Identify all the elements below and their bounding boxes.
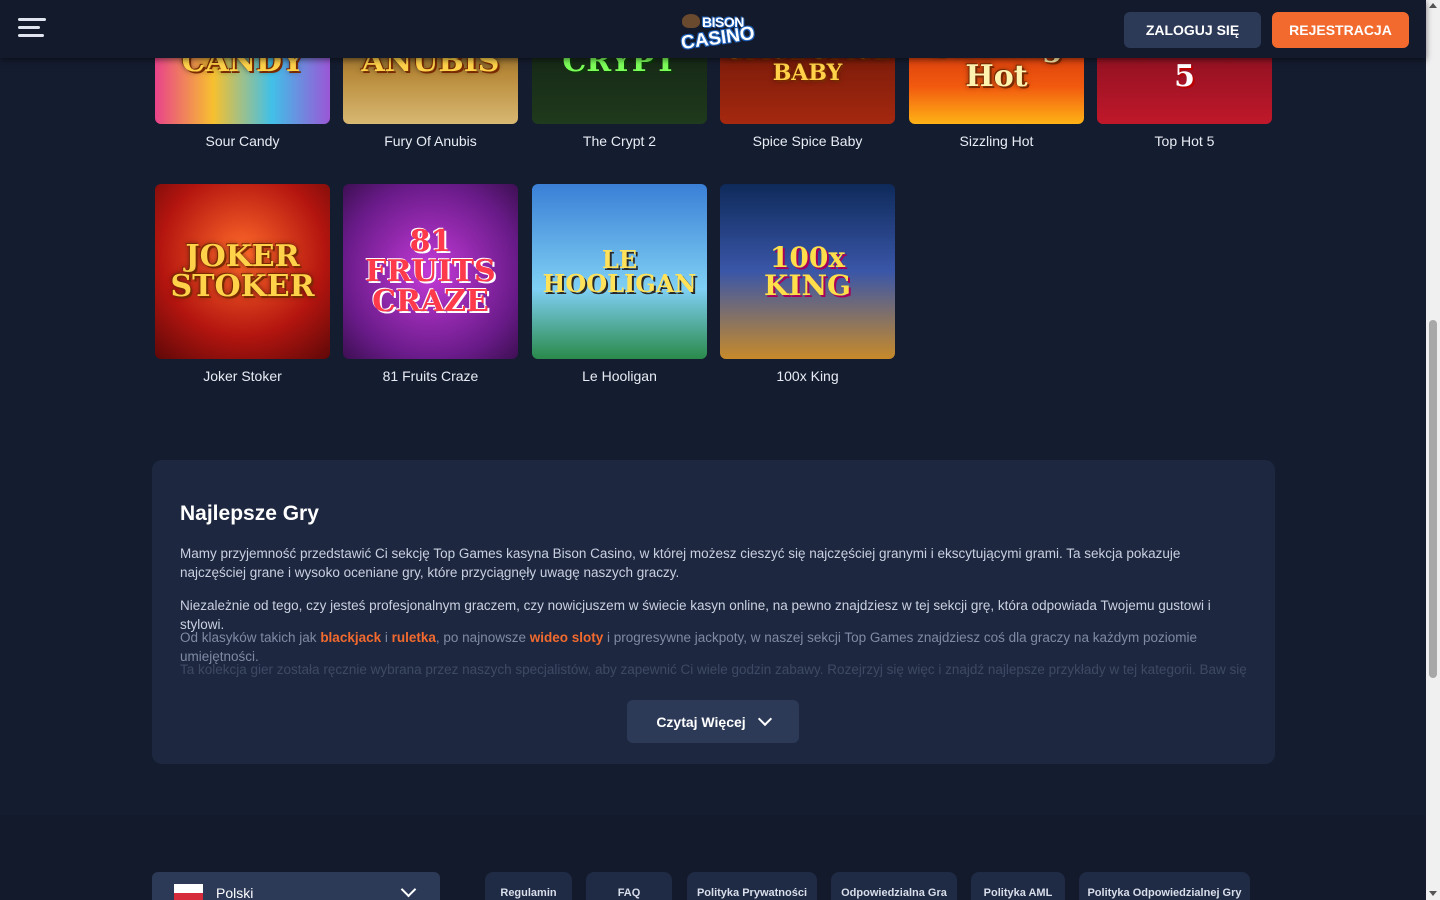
language-select[interactable]: Polski [152, 872, 440, 900]
game-thumbnail[interactable]: 81 FRUITS CRAZE [343, 184, 518, 359]
blackjack-link[interactable]: blackjack [320, 630, 381, 645]
game-thumbnail[interactable]: 100x KING [720, 184, 895, 359]
game-thumbnail[interactable]: Sizzling Hot [909, 58, 1084, 124]
footer: Polski Regulamin FAQ Polityka Prywatnośc… [0, 815, 1426, 900]
bison-casino-logo[interactable]: BISON CASINO [678, 12, 756, 54]
poland-flag-icon [174, 884, 203, 900]
game-name[interactable]: 81 Fruits Craze [343, 368, 518, 384]
language-label: Polski [216, 885, 254, 900]
top-games-description: Najlepsze Gry Mamy przyjemność przedstaw… [152, 460, 1275, 764]
game-art-title: CRYPT [562, 58, 677, 79]
section-title: Najlepsze Gry [180, 502, 319, 525]
game-name[interactable]: Le Hooligan [532, 368, 707, 384]
page-scrollbar[interactable] [1426, 0, 1440, 900]
game-art-title: TOP HOT 5 [1105, 58, 1263, 94]
game-name[interactable]: Spice Spice Baby [720, 133, 895, 149]
scrollbar-thumb[interactable] [1429, 320, 1437, 678]
footer-link-aml[interactable]: Polityka AML [971, 872, 1065, 900]
top-header: BISON CASINO ZALOGUJ SIĘ REJESTRACJA [0, 0, 1426, 58]
read-more-button[interactable]: Czytaj Więcej [627, 700, 799, 743]
game-art-title: CANDY [181, 58, 304, 79]
scroll-up-icon[interactable] [1429, 3, 1437, 8]
game-thumbnail[interactable]: CRYPT [532, 58, 707, 124]
footer-link-privacy[interactable]: Polityka Prywatności [687, 872, 817, 900]
game-tile[interactable]: CANDY Sour Candy [155, 58, 330, 149]
scroll-down-icon[interactable] [1429, 891, 1437, 896]
game-art-title: ANUBIS [361, 58, 500, 79]
description-paragraph-faded: Ta kolekcja gier została ręcznie wybrana… [180, 662, 1247, 677]
game-art-title: Sizzling Hot [930, 58, 1063, 94]
ruletka-link[interactable]: ruletka [392, 630, 436, 645]
footer-link-terms[interactable]: Regulamin [485, 872, 572, 900]
game-name[interactable]: Top Hot 5 [1097, 133, 1272, 149]
text-segment: , po najnowsze [435, 630, 530, 645]
game-name[interactable]: Sizzling Hot [909, 133, 1084, 149]
game-tile[interactable]: Sizzling Hot Sizzling Hot [909, 58, 1084, 149]
game-tile[interactable]: CRYPT The Crypt 2 [532, 58, 707, 149]
chevron-down-icon [757, 711, 772, 727]
video-slots-link[interactable]: wideo sloty [530, 630, 604, 645]
game-thumbnail[interactable]: JOKER STOKER [155, 184, 330, 359]
bison-icon [682, 14, 700, 28]
chevron-down-icon [400, 881, 417, 898]
read-more-label: Czytaj Więcej [656, 713, 746, 730]
game-art-title: JOKER STOKER [170, 238, 315, 304]
game-thumbnail[interactable]: TOP HOT 5 [1097, 58, 1272, 124]
game-thumbnail[interactable]: ANUBIS [343, 58, 518, 124]
text-segment: Od klasyków takich jak [180, 630, 321, 645]
text-segment: i [381, 630, 392, 645]
game-thumbnail[interactable]: SPICE SPICE BABY [720, 58, 895, 124]
game-art-title: 81 FRUITS CRAZE [365, 223, 496, 319]
game-tile[interactable]: LE HOOLIGAN Le Hooligan [532, 184, 707, 384]
menu-icon[interactable] [18, 18, 46, 40]
game-art-title: SPICE SPICE BABY [727, 58, 889, 86]
game-name[interactable]: Fury Of Anubis [343, 133, 518, 149]
game-name[interactable]: 100x King [720, 368, 895, 384]
game-name[interactable]: Joker Stoker [155, 368, 330, 384]
footer-link-faq[interactable]: FAQ [586, 872, 672, 900]
games-row-1: CANDY Sour Candy ANUBIS Fury Of Anubis C… [0, 58, 1426, 168]
game-thumbnail[interactable]: LE HOOLIGAN [532, 184, 707, 359]
footer-link-responsible-gaming-policy[interactable]: Polityka Odpowiedzialnej Gry [1079, 872, 1250, 900]
game-tile[interactable]: SPICE SPICE BABY Spice Spice Baby [720, 58, 895, 149]
game-tile[interactable]: 81 FRUITS CRAZE 81 Fruits Craze [343, 184, 518, 384]
game-name[interactable]: The Crypt 2 [532, 133, 707, 149]
footer-link-responsible-gaming[interactable]: Odpowiedzialna Gra [831, 872, 957, 900]
login-button[interactable]: ZALOGUJ SIĘ [1124, 12, 1261, 48]
game-name[interactable]: Sour Candy [155, 133, 330, 149]
game-art-title: LE HOOLIGAN [542, 244, 697, 298]
description-paragraph: Mamy przyjemność przedstawić Ci sekcję T… [180, 546, 1181, 580]
register-button[interactable]: REJESTRACJA [1272, 12, 1409, 48]
game-thumbnail[interactable]: CANDY [155, 58, 330, 124]
game-tile[interactable]: TOP HOT 5 Top Hot 5 [1097, 58, 1272, 149]
game-art-title: 100x KING [764, 240, 851, 302]
game-tile[interactable]: JOKER STOKER Joker Stoker [155, 184, 330, 384]
game-tile[interactable]: 100x KING 100x King [720, 184, 895, 384]
game-tile[interactable]: ANUBIS Fury Of Anubis [343, 58, 518, 149]
